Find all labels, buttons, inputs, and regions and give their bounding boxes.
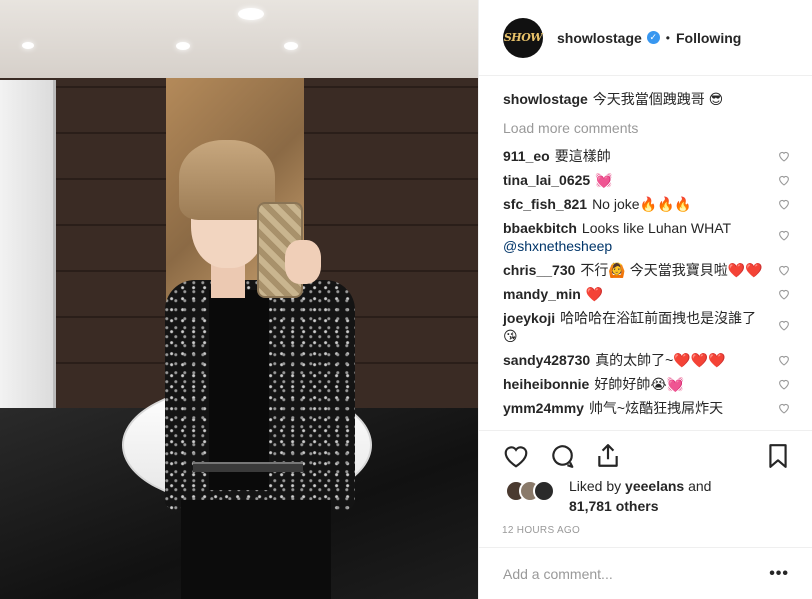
comment-mention-link[interactable]: @shxnethesheep	[503, 238, 612, 254]
ceiling-light	[22, 42, 34, 49]
comment-item: chris__730 不行🙆 今天當我寶貝啦❤️❤️	[503, 261, 789, 279]
comment-item: 911_eo 要這樣帥	[503, 147, 789, 165]
instagram-post: SHOW showlostage ✓ • Following showlosta…	[0, 0, 812, 599]
belt	[193, 462, 303, 472]
like-comment-heart-icon[interactable]	[777, 174, 791, 186]
separator-dot: •	[665, 30, 670, 45]
caption-username[interactable]: showlostage	[503, 91, 588, 107]
load-more-comments-button[interactable]: Load more comments	[503, 120, 789, 136]
like-comment-heart-icon[interactable]	[777, 150, 791, 162]
black-shirt	[209, 290, 269, 490]
verified-badge-icon: ✓	[646, 31, 660, 44]
following-button[interactable]: Following	[676, 30, 741, 46]
like-comment-heart-icon[interactable]	[777, 264, 791, 276]
action-bar	[479, 430, 812, 478]
likes-text: Liked by yeeelans and 81,781 others	[569, 476, 711, 516]
person-figure	[165, 140, 355, 599]
comment-username[interactable]: ymm24mmy	[503, 400, 584, 416]
comment-item: tina_lai_0625 💓	[503, 171, 789, 189]
comment-item: bbaekbitch Looks like Luhan WHAT @shxneth…	[503, 219, 789, 255]
likes-and: and	[688, 478, 712, 494]
header-username[interactable]: showlostage	[557, 30, 642, 46]
like-comment-heart-icon[interactable]	[777, 198, 791, 210]
likes-summary: Liked by yeeelans and 81,781 others	[505, 476, 795, 516]
comment-username[interactable]: sandy428730	[503, 352, 590, 368]
post-photo[interactable]	[0, 0, 478, 599]
like-comment-heart-icon[interactable]	[777, 378, 791, 390]
post-timestamp[interactable]: 12 HOURS AGO	[502, 525, 580, 536]
comment-username[interactable]: mandy_min	[503, 286, 581, 302]
comment-username[interactable]: heiheibonnie	[503, 376, 589, 392]
like-comment-heart-icon[interactable]	[777, 288, 791, 300]
caption: showlostage 今天我當個跩跩哥 😎	[503, 90, 789, 108]
comment-bubble-icon[interactable]	[549, 443, 575, 469]
hand	[285, 240, 321, 284]
share-icon[interactable]	[595, 443, 621, 469]
like-comment-heart-icon[interactable]	[777, 402, 791, 414]
comment-text: 帅气~炫酷狂拽屌炸天	[588, 400, 724, 416]
comment-username[interactable]: 911_eo	[503, 148, 550, 164]
liker-avatar	[533, 480, 555, 502]
comment-username[interactable]: sfc_fish_821	[503, 196, 587, 212]
comments-section[interactable]: showlostage 今天我當個跩跩哥 😎 Load more comments…	[479, 78, 812, 430]
like-comment-heart-icon[interactable]	[777, 319, 791, 331]
comment-item: sfc_fish_821 No joke🔥🔥🔥	[503, 195, 789, 213]
comment-text: 不行🙆 今天當我寶貝啦❤️❤️	[580, 262, 763, 278]
comment-item: sandy428730 真的太帥了~❤️❤️❤️	[503, 351, 789, 369]
post-sidebar: SHOW showlostage ✓ • Following showlosta…	[478, 0, 812, 599]
like-comment-heart-icon[interactable]	[777, 354, 791, 366]
avatar[interactable]: SHOW	[503, 17, 543, 58]
comment-text: ❤️	[585, 286, 604, 302]
like-heart-icon[interactable]	[503, 443, 529, 469]
post-header: SHOW showlostage ✓ • Following	[479, 0, 812, 76]
comment-text: Looks like Luhan WHAT	[581, 220, 732, 236]
add-comment-bar: •••	[479, 547, 812, 599]
comment-text: No joke🔥🔥🔥	[592, 196, 692, 212]
comment-item: heiheibonnie 好帥好帥😭💓	[503, 375, 789, 393]
liker-avatars[interactable]	[505, 480, 563, 504]
ceiling-light	[284, 42, 298, 50]
caption-text: 今天我當個跩跩哥 😎	[592, 91, 724, 107]
comment-text: 💓	[595, 172, 613, 188]
comment-text: 好帥好帥😭💓	[594, 376, 685, 392]
more-options-icon[interactable]: •••	[769, 565, 789, 583]
black-pants	[181, 500, 331, 599]
comment-username[interactable]: chris__730	[503, 262, 575, 278]
comment-username[interactable]: joeykoji	[503, 310, 555, 326]
ceiling-light	[238, 8, 264, 20]
like-comment-heart-icon[interactable]	[777, 229, 791, 241]
comment-text: 真的太帥了~❤️❤️❤️	[595, 352, 726, 368]
comment-username[interactable]: bbaekbitch	[503, 220, 577, 236]
comment-username[interactable]: tina_lai_0625	[503, 172, 590, 188]
comment-item: ymm24mmy 帅气~炫酷狂拽屌炸天	[503, 399, 789, 417]
liker-username[interactable]: yeeelans	[625, 478, 684, 494]
likes-count[interactable]: 81,781 others	[569, 498, 659, 514]
ceiling-light	[176, 42, 190, 50]
add-comment-input[interactable]	[503, 565, 770, 582]
likes-prefix: Liked by	[569, 478, 622, 494]
comment-item: mandy_min ❤️	[503, 285, 789, 303]
comment-item: joeykoji 哈哈哈在浴缸前面拽也是沒誰了😘	[503, 309, 789, 345]
bookmark-icon[interactable]	[765, 443, 791, 469]
comment-text: 要這樣帥	[554, 148, 611, 164]
